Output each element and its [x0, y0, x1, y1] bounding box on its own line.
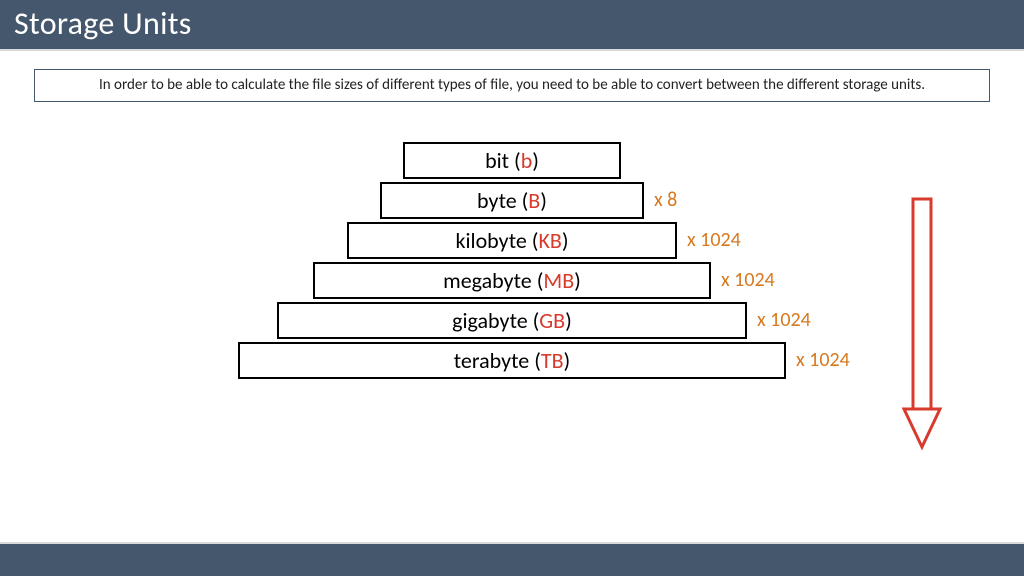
pyramid-area: bit (b)byte (B) x 8 kilobyte (KB) x 1024 meg… — [0, 122, 1024, 522]
level-b: bit (b) — [403, 142, 621, 179]
intro-box: In order to be able to calculate the fil… — [34, 69, 990, 102]
level-abbr: MB — [543, 267, 574, 294]
level-abbr: b — [521, 147, 533, 174]
multiplier-label: x 1024 — [796, 348, 850, 372]
level-mb: megabyte (MB) — [313, 262, 711, 299]
level-abbr: B — [528, 187, 540, 214]
level-abbr: TB — [541, 347, 564, 374]
multiplier-label: x 8 — [654, 188, 677, 212]
multiplier-label: x 1024 — [721, 268, 775, 292]
down-arrow-icon — [900, 197, 944, 451]
multiplier-label: x 1024 — [687, 228, 741, 252]
level-name: terabyte — [454, 347, 534, 374]
level-name: megabyte — [443, 267, 537, 294]
page-title: Storage Units — [14, 4, 192, 43]
footer-bar — [0, 544, 1024, 576]
title-bar: Storage Units — [0, 0, 1024, 49]
divider — [0, 49, 1024, 51]
level-name: byte — [477, 187, 522, 214]
level-b: byte (B) — [380, 182, 644, 219]
level-abbr: GB — [539, 307, 565, 334]
level-tb: terabyte (TB) — [238, 342, 786, 379]
level-name: kilobyte — [455, 227, 531, 254]
level-name: gigabyte — [452, 307, 532, 334]
intro-text: In order to be able to calculate the fil… — [99, 76, 925, 94]
level-abbr: KB — [538, 227, 561, 254]
level-name: bit — [485, 147, 514, 174]
level-kb: kilobyte (KB) — [347, 222, 677, 259]
level-gb: gigabyte (GB) — [277, 302, 747, 339]
slide: Storage Units In order to be able to cal… — [0, 0, 1024, 576]
multiplier-label: x 1024 — [757, 308, 811, 332]
